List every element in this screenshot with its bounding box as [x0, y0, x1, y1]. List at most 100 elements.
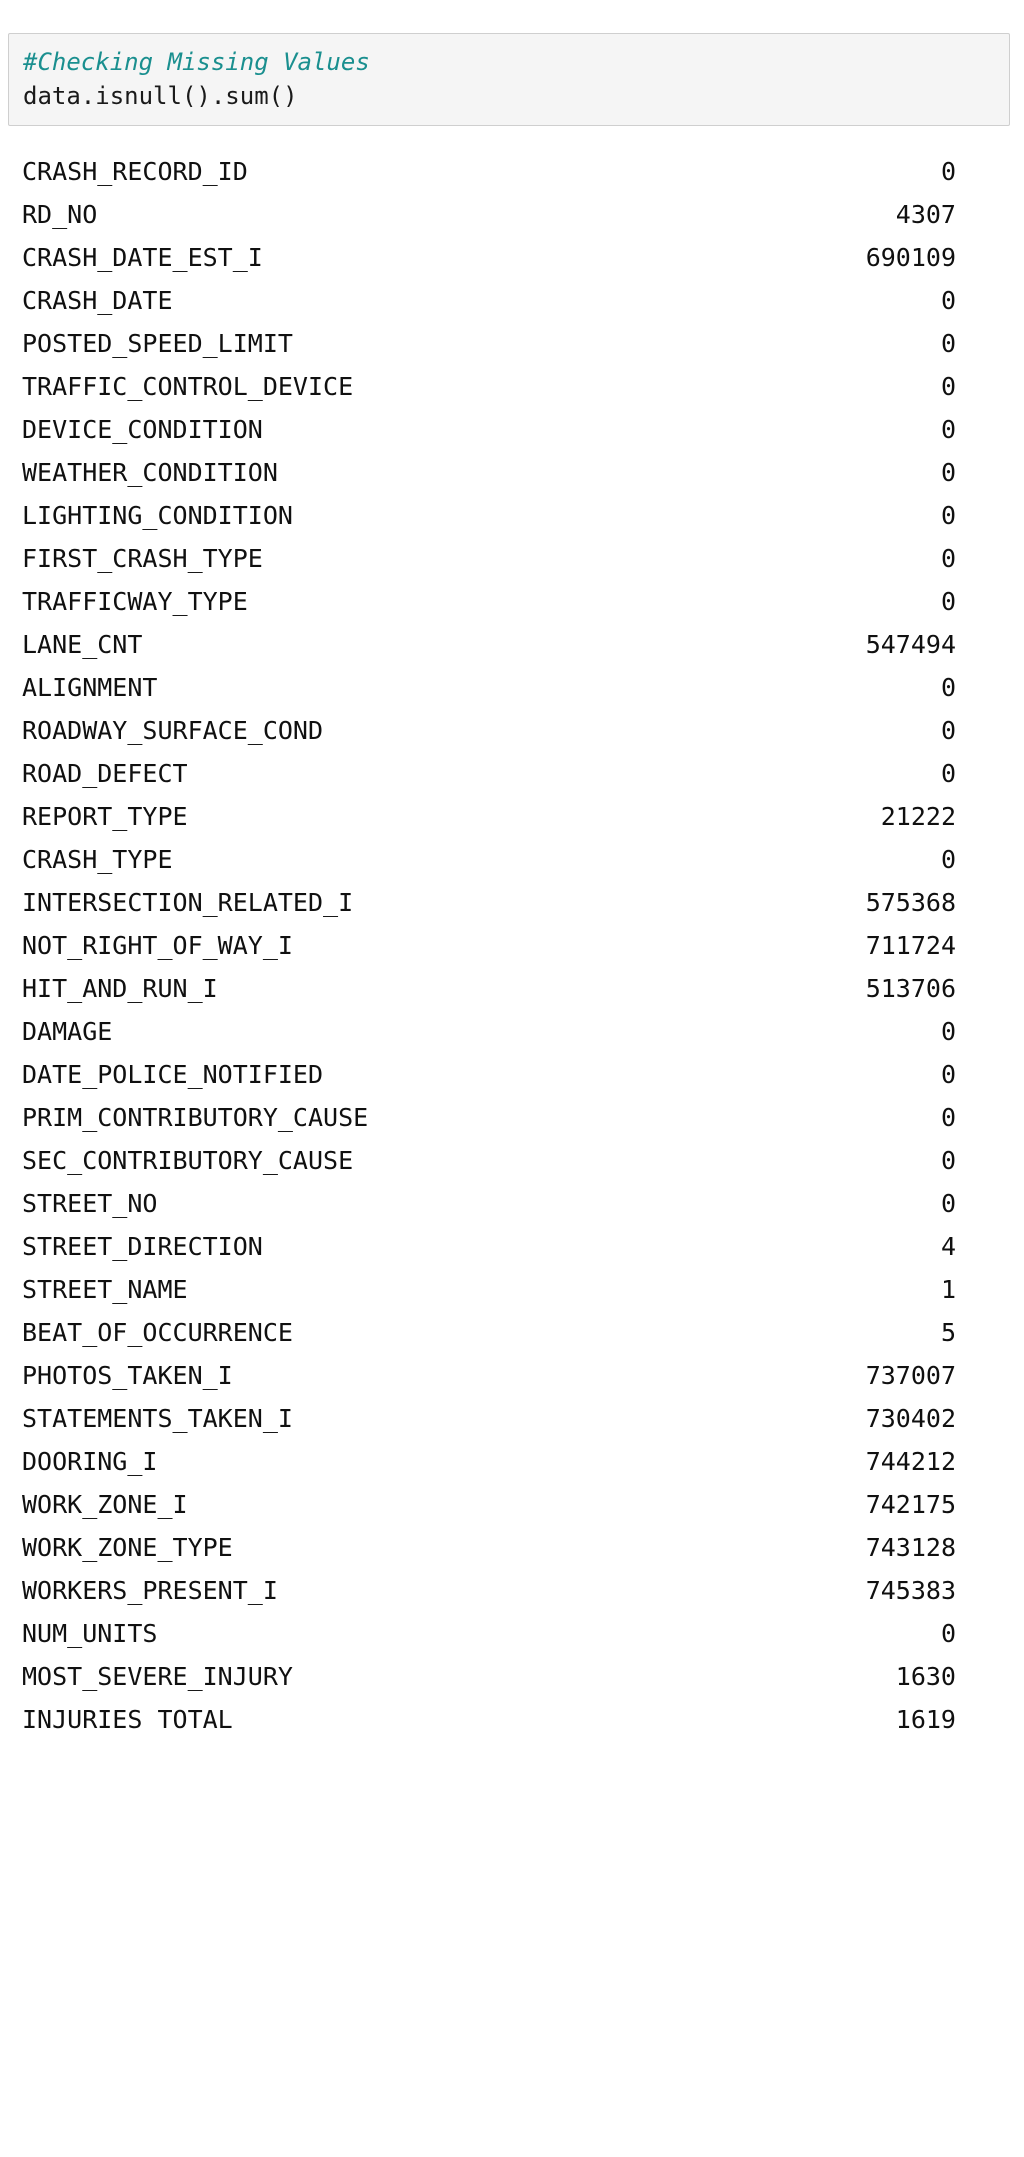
table-row: REPORT_TYPE 21222	[0, 795, 1024, 838]
column-name-cell: ROADWAY_SURFACE_COND	[22, 716, 324, 745]
column-name-cell: ROAD_DEFECT	[22, 759, 188, 788]
missing-count-cell: 1	[940, 1275, 956, 1304]
table-row: STREET_NAME 1	[0, 1268, 1024, 1311]
missing-count-cell: 513706	[865, 974, 956, 1003]
missing-count-cell: 0	[940, 1103, 956, 1132]
table-row: CRASH_DATE 0	[0, 279, 1024, 322]
column-name-cell: BEAT_OF_OCCURRENCE	[22, 1318, 293, 1347]
missing-count-cell: 0	[940, 544, 956, 573]
table-row: NUM_UNITS 0	[0, 1612, 1024, 1655]
missing-count-cell: 21222	[880, 802, 956, 831]
table-row: DATE_POLICE_NOTIFIED 0	[0, 1053, 1024, 1096]
column-name-cell: POSTED_SPEED_LIMIT	[22, 329, 293, 358]
column-name-cell: INTERSECTION_RELATED_I	[22, 888, 354, 917]
missing-values-table-body: CRASH_RECORD_ID 0 RD_NO 4307 CRASH_DATE_EST_…	[0, 150, 1024, 1741]
code-cell-output: CRASH_RECORD_ID 0 RD_NO 4307 CRASH_DATE_EST_…	[0, 140, 1024, 1741]
missing-count-cell: 0	[940, 1017, 956, 1046]
table-row: CRASH_TYPE 0	[0, 838, 1024, 881]
missing-count-cell: 0	[940, 415, 956, 444]
missing-count-cell: 0	[940, 716, 956, 745]
table-row: LANE_CNT 547494	[0, 623, 1024, 666]
column-name-cell: NOT_RIGHT_OF_WAY_I	[22, 931, 293, 960]
column-name-cell: LANE_CNT	[22, 630, 143, 659]
column-name-cell: CRASH_RECORD_ID	[22, 157, 248, 186]
missing-count-cell: 0	[940, 372, 956, 401]
column-name-cell: WORK_ZONE_I	[22, 1490, 188, 1519]
column-name-cell: TRAFFIC_CONTROL_DEVICE	[22, 372, 354, 401]
missing-count-cell: 0	[940, 458, 956, 487]
table-row: STREET_NO 0	[0, 1182, 1024, 1225]
column-name-cell: DATE_POLICE_NOTIFIED	[22, 1060, 324, 1089]
table-row: RD_NO 4307	[0, 193, 1024, 236]
column-name-cell: STREET_NO	[22, 1189, 158, 1218]
column-name-cell: WEATHER_CONDITION	[22, 458, 278, 487]
column-name-cell: CRASH_DATE	[22, 286, 173, 315]
column-name-cell: CRASH_TYPE	[22, 845, 173, 874]
column-name-cell: STREET_DIRECTION	[22, 1232, 263, 1261]
table-row: WORK_ZONE_I 742175	[0, 1483, 1024, 1526]
table-row: SEC_CONTRIBUTORY_CAUSE 0	[0, 1139, 1024, 1182]
missing-count-cell: 0	[940, 329, 956, 358]
missing-count-cell: 730402	[865, 1404, 956, 1433]
column-name-cell: MOST_SEVERE_INJURY	[22, 1662, 293, 1691]
missing-count-cell: 575368	[865, 888, 956, 917]
table-row: WEATHER_CONDITION 0	[0, 451, 1024, 494]
column-name-cell: DOORING_I	[22, 1447, 158, 1476]
column-name-cell: PRIM_CONTRIBUTORY_CAUSE	[22, 1103, 369, 1132]
table-row: INTERSECTION_RELATED_I 575368	[0, 881, 1024, 924]
missing-count-cell: 1619	[895, 1705, 956, 1734]
missing-count-cell: 4307	[895, 200, 956, 229]
column-name-cell: RD_NO	[22, 200, 98, 229]
table-row: TRAFFICWAY_TYPE 0	[0, 580, 1024, 623]
column-name-cell: STATEMENTS_TAKEN_I	[22, 1404, 293, 1433]
missing-count-cell: 742175	[865, 1490, 956, 1519]
table-row: STREET_DIRECTION 4	[0, 1225, 1024, 1268]
column-name-cell: FIRST_CRASH_TYPE	[22, 544, 263, 573]
table-row: CRASH_DATE_EST_I 690109	[0, 236, 1024, 279]
missing-count-cell: 4	[940, 1232, 956, 1261]
column-name-cell: DEVICE_CONDITION	[22, 415, 263, 444]
missing-count-cell: 0	[940, 1619, 956, 1648]
missing-count-cell: 737007	[865, 1361, 956, 1390]
missing-count-cell: 5	[940, 1318, 956, 1347]
table-row: LIGHTING_CONDITION 0	[0, 494, 1024, 537]
table-row: CRASH_RECORD_ID 0	[0, 150, 1024, 193]
table-row: ROADWAY_SURFACE_COND 0	[0, 709, 1024, 752]
table-row: DEVICE_CONDITION 0	[0, 408, 1024, 451]
table-row: NOT_RIGHT_OF_WAY_I 711724	[0, 924, 1024, 967]
column-name-cell: LIGHTING_CONDITION	[22, 501, 293, 530]
code-cell-input[interactable]: #Checking Missing Values data.isnull().s…	[8, 33, 1010, 126]
column-name-cell: INJURIES TOTAL	[22, 1705, 233, 1734]
column-name-cell: REPORT_TYPE	[22, 802, 188, 831]
column-name-cell: PHOTOS_TAKEN_I	[22, 1361, 233, 1390]
column-name-cell: ALIGNMENT	[22, 673, 158, 702]
column-name-cell: NUM_UNITS	[22, 1619, 158, 1648]
table-row: HIT_AND_RUN_I 513706	[0, 967, 1024, 1010]
missing-count-cell: 0	[940, 286, 956, 315]
missing-count-cell: 745383	[865, 1576, 956, 1605]
table-row: POSTED_SPEED_LIMIT 0	[0, 322, 1024, 365]
table-row: BEAT_OF_OCCURRENCE 5	[0, 1311, 1024, 1354]
column-name-cell: SEC_CONTRIBUTORY_CAUSE	[22, 1146, 354, 1175]
missing-count-cell: 0	[940, 1189, 956, 1218]
missing-count-cell: 1630	[895, 1662, 956, 1691]
table-row: INJURIES TOTAL 1619	[0, 1698, 1024, 1741]
missing-count-cell: 711724	[865, 931, 956, 960]
table-row: ALIGNMENT 0	[0, 666, 1024, 709]
missing-count-cell: 0	[940, 587, 956, 616]
table-row: WORKERS_PRESENT_I 745383	[0, 1569, 1024, 1612]
missing-count-cell: 0	[940, 501, 956, 530]
missing-count-cell: 547494	[865, 630, 956, 659]
missing-count-cell: 0	[940, 157, 956, 186]
column-name-cell: STREET_NAME	[22, 1275, 188, 1304]
column-name-cell: WORKERS_PRESENT_I	[22, 1576, 278, 1605]
table-row: WORK_ZONE_TYPE 743128	[0, 1526, 1024, 1569]
missing-count-cell: 744212	[865, 1447, 956, 1476]
code-statement-line: data.isnull().sum()	[23, 82, 298, 110]
missing-count-cell: 0	[940, 759, 956, 788]
missing-count-cell: 0	[940, 1146, 956, 1175]
missing-count-cell: 0	[940, 1060, 956, 1089]
table-row: PRIM_CONTRIBUTORY_CAUSE 0	[0, 1096, 1024, 1139]
column-name-cell: TRAFFICWAY_TYPE	[22, 587, 248, 616]
missing-count-cell: 0	[940, 845, 956, 874]
